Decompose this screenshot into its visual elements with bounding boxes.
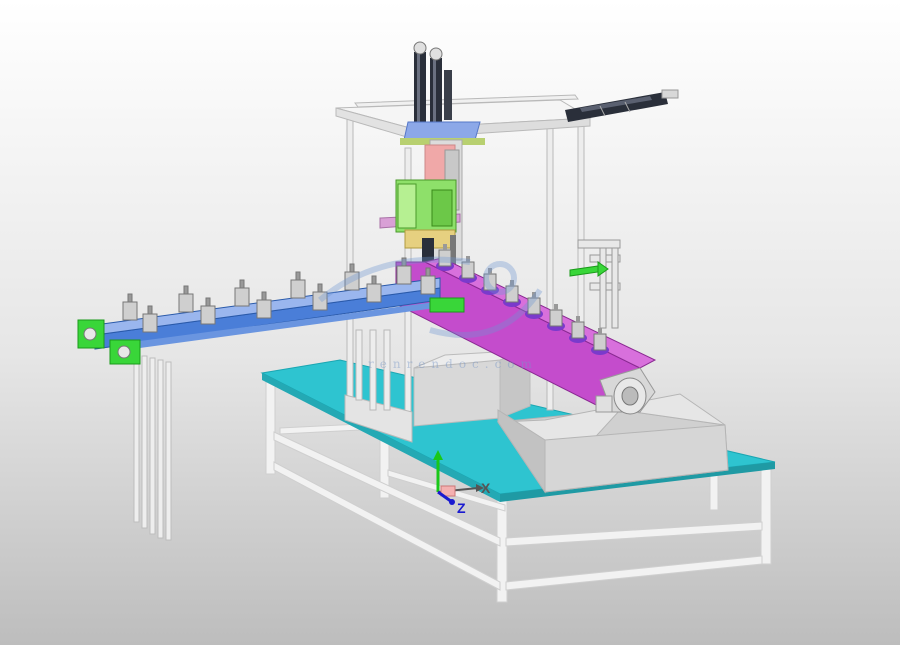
cad-3d-viewport[interactable]: renrendoc.com X Z — [0, 0, 900, 645]
vertical-cylinders — [413, 41, 452, 130]
machine-assembly-model[interactable] — [0, 0, 900, 645]
triad-x-label: X — [481, 480, 491, 496]
work-table — [260, 349, 776, 603]
watermark-text: renrendoc.com — [368, 357, 538, 371]
horizontal-cylinder — [565, 89, 679, 122]
triad-z-label: Z — [457, 500, 466, 516]
